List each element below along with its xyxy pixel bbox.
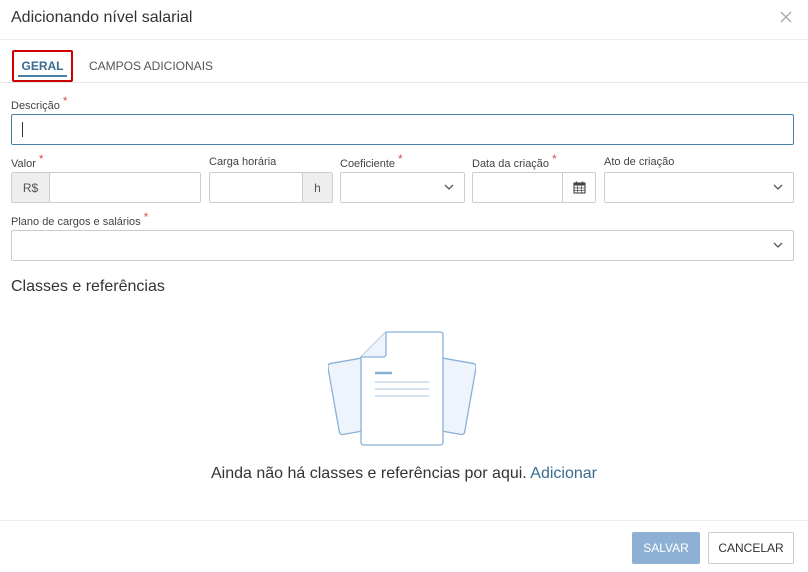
classes-section-title: Classes e referências: [11, 278, 165, 295]
chevron-down-icon: [773, 184, 783, 190]
chevron-down-icon: [773, 242, 783, 248]
plano-select[interactable]: [11, 230, 794, 261]
calendar-button[interactable]: [562, 173, 595, 202]
currency-prefix: R$: [12, 173, 50, 202]
calendar-icon: [572, 181, 586, 194]
descricao-label-text: Descrição: [11, 100, 60, 112]
descricao-field[interactable]: [11, 114, 794, 145]
coeficiente-label-text: Coeficiente: [340, 158, 396, 170]
dialog-title: Adicionando nível salarial: [11, 9, 193, 26]
ato-criacao-select[interactable]: [604, 172, 794, 203]
cancel-button[interactable]: CANCELAR: [708, 532, 794, 564]
required-marker: *: [38, 152, 44, 166]
valor-label: Valor *: [11, 152, 44, 170]
plano-label: Plano de cargos e salários *: [11, 210, 148, 228]
text-cursor: [22, 122, 23, 137]
valor-field[interactable]: R$: [11, 172, 201, 203]
required-marker: *: [62, 94, 68, 108]
descricao-input[interactable]: [12, 115, 793, 144]
data-criacao-label: Data da criação *: [472, 152, 557, 170]
ato-criacao-label: Ato de criação: [604, 156, 675, 168]
empty-state-text: Ainda não há classes e referências por a…: [210, 465, 527, 482]
dialog-header: Adicionando nível salarial: [0, 0, 808, 40]
tab-geral[interactable]: GERAL: [12, 50, 73, 82]
tab-bar: GERAL CAMPOS ADICIONAIS: [0, 40, 808, 83]
carga-horaria-field[interactable]: h: [209, 172, 333, 203]
plano-label-text: Plano de cargos e salários: [11, 216, 141, 228]
add-classes-link[interactable]: Adicionar: [530, 465, 597, 482]
chevron-down-icon: [444, 184, 454, 190]
required-marker: *: [143, 210, 149, 224]
carga-horaria-label: Carga horária: [209, 156, 277, 168]
descricao-label: Descrição *: [11, 94, 68, 112]
empty-state-message: Ainda não há classes e referências por a…: [0, 465, 808, 483]
data-criacao-label-text: Data da criação: [472, 158, 550, 170]
coeficiente-select[interactable]: [340, 172, 465, 203]
close-icon[interactable]: [778, 9, 794, 25]
coeficiente-label: Coeficiente *: [340, 152, 403, 170]
save-button[interactable]: SALVAR: [632, 532, 700, 564]
empty-documents-illustration: [327, 330, 477, 448]
hours-suffix: h: [302, 173, 332, 202]
required-marker: *: [552, 152, 557, 166]
required-marker: *: [398, 152, 403, 166]
dialog-footer: SALVAR CANCELAR: [0, 520, 808, 572]
data-criacao-field[interactable]: [472, 172, 596, 203]
valor-label-text: Valor: [11, 158, 36, 170]
tab-campos-adicionais[interactable]: CAMPOS ADICIONAIS: [89, 50, 213, 82]
